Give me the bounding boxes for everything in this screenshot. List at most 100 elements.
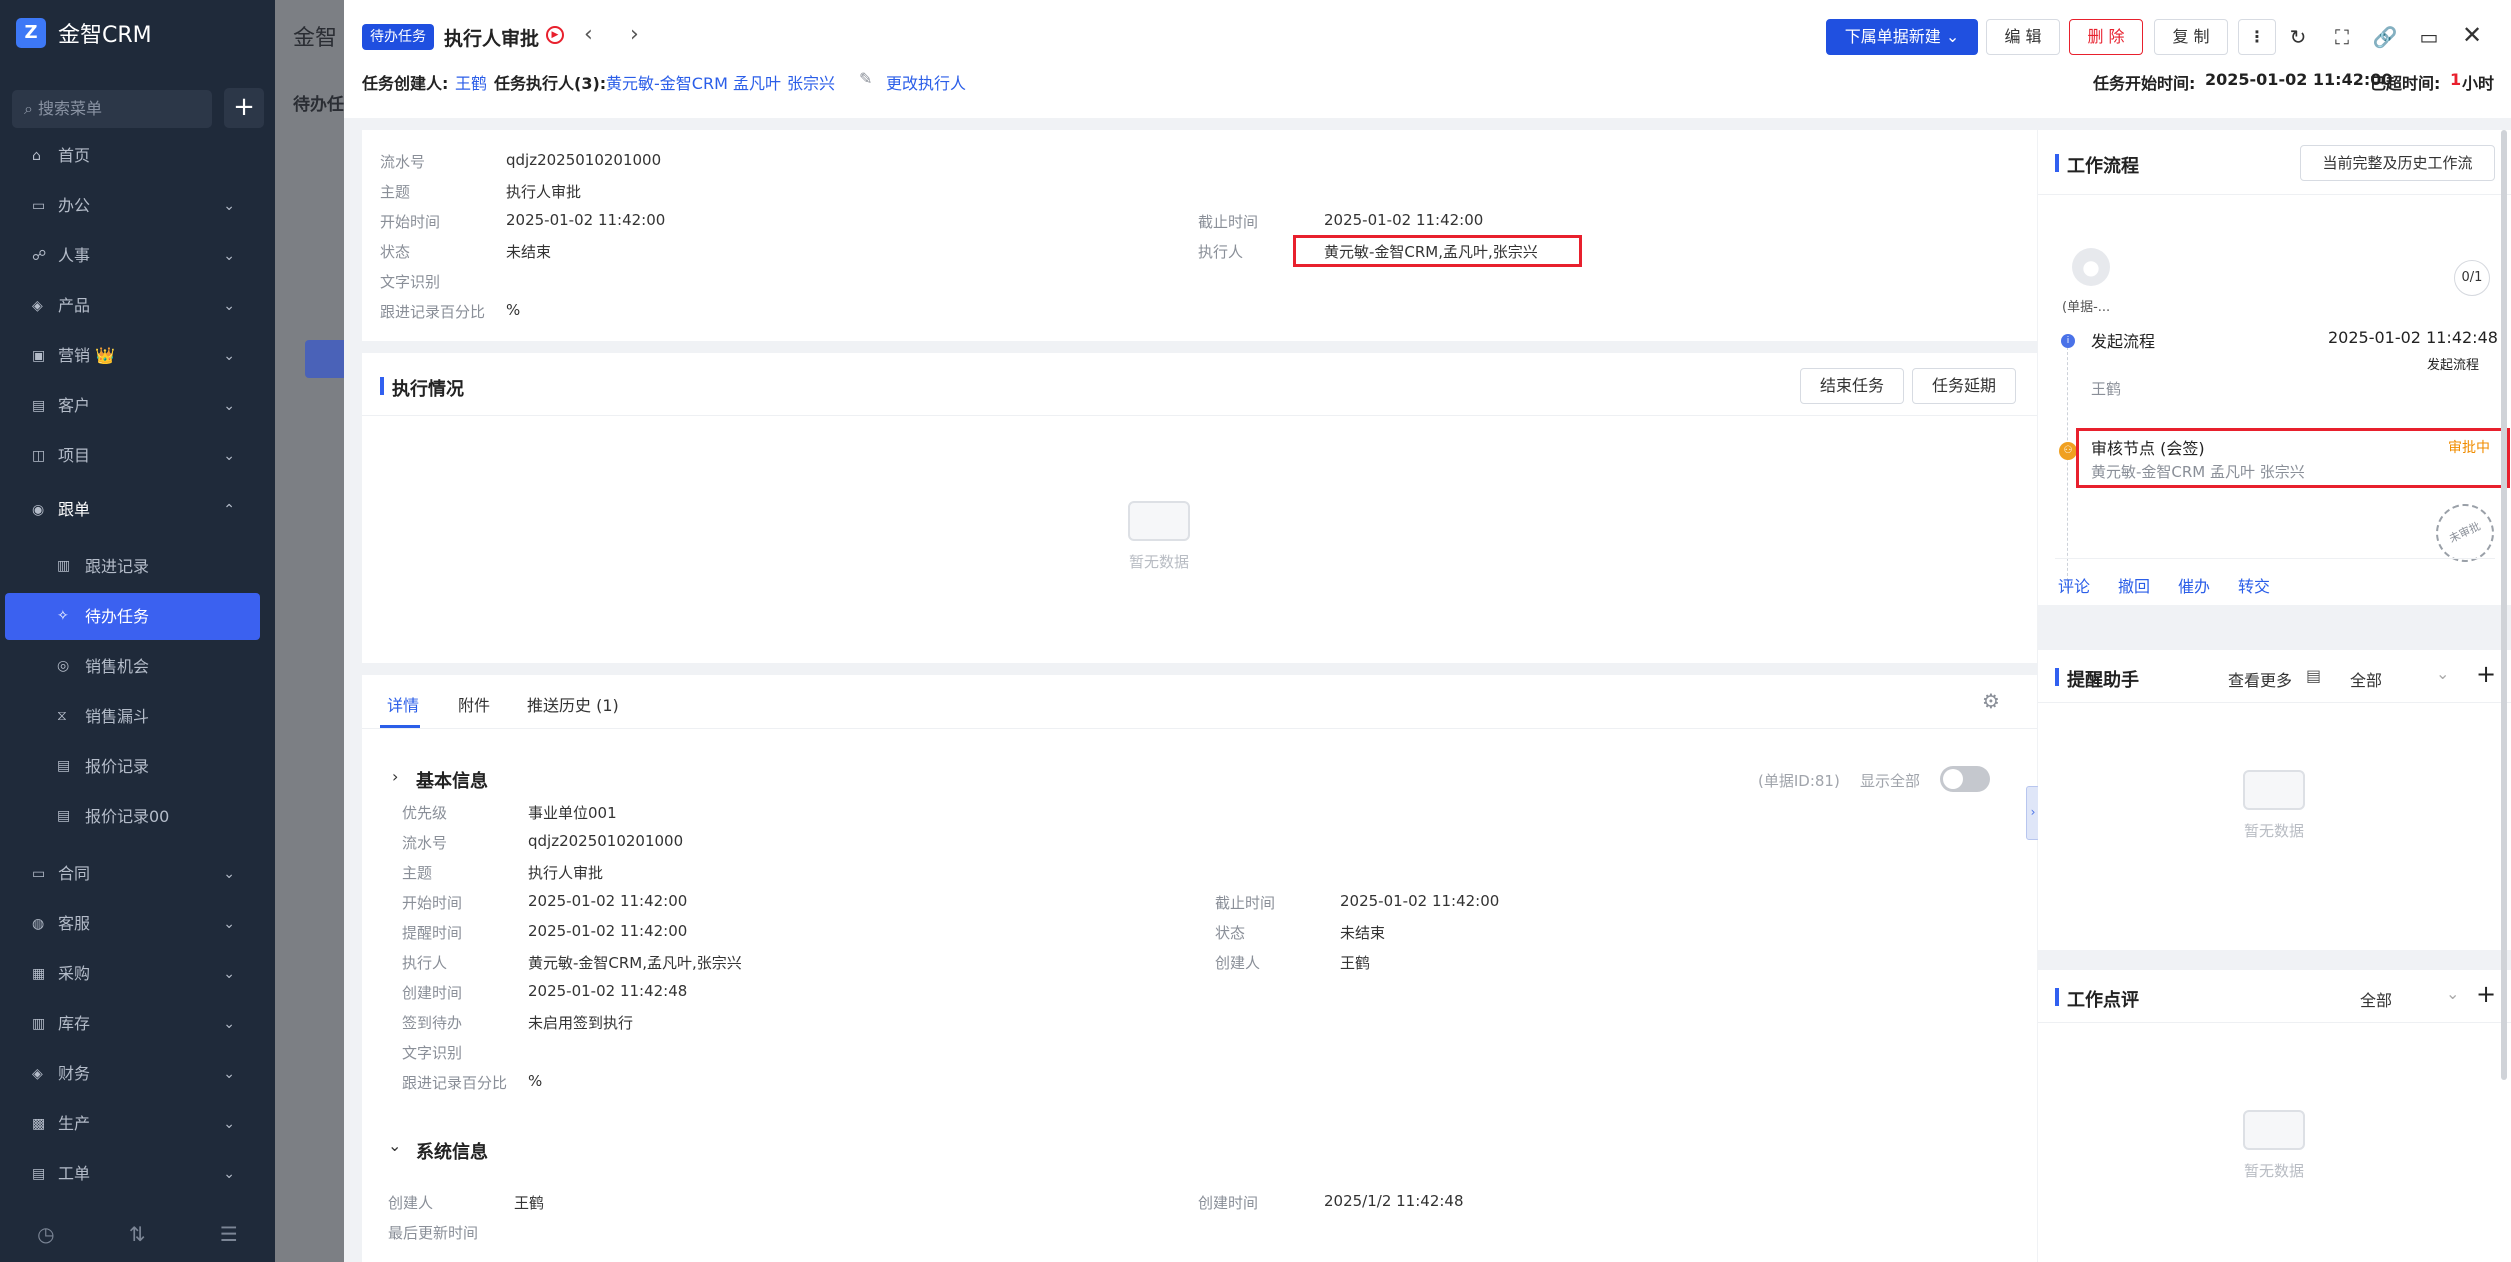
new-sub-document-button[interactable]: 下属单据新建 ⌄ [1826, 19, 1978, 55]
menu-item-office[interactable]: ▭ 办公 ⌄ [0, 184, 275, 228]
refresh-icon[interactable]: ↻ [2283, 22, 2313, 52]
field-value: 未结束 [506, 243, 552, 261]
field-label: 开始时间 [402, 894, 463, 912]
menu-item-marketing[interactable]: ▣ 营销 👑 ⌄ [0, 334, 275, 378]
tab-details[interactable]: 详情 [387, 692, 419, 716]
avatar-caption: (单据-... [2062, 300, 2111, 315]
record-icon: ▥ [57, 558, 71, 574]
submenu-item-follow-records[interactable]: ▥ 跟进记录 [5, 543, 260, 590]
menu-label: 跟单 [58, 500, 91, 519]
menu-item-customer[interactable]: ▤ 客户 ⌄ [0, 384, 275, 428]
menu-item-home[interactable]: ⌂ 首页 [0, 134, 275, 178]
close-icon[interactable]: ✕ [2457, 20, 2487, 50]
menu-item-inventory[interactable]: ▥ 库存 ⌄ [0, 1002, 275, 1046]
menu-item-service[interactable]: ◍ 客服 ⌄ [0, 902, 275, 946]
delete-button[interactable]: 删 除 [2069, 19, 2143, 55]
dock-icon[interactable]: ▭ [2414, 22, 2444, 52]
play-icon[interactable]: ▶ [546, 26, 564, 44]
menu-item-purchase[interactable]: ▦ 采购 ⌄ [0, 952, 275, 996]
end-task-button[interactable]: 结束任务 [1800, 368, 1904, 404]
add-reminder-icon[interactable]: + [2476, 660, 2496, 688]
executor-link[interactable]: 张宗兴 [787, 70, 835, 94]
scrollbar[interactable] [2501, 130, 2507, 1080]
copy-button[interactable]: 复 制 [2154, 19, 2228, 55]
previous-icon[interactable]: ‹ [584, 22, 593, 47]
edit-button[interactable]: 编 辑 [1986, 19, 2060, 55]
execution-card: 执行情况 结束任务 任务延期 暂无数据 [362, 353, 2037, 663]
collapse-menu-icon[interactable]: ☰ [220, 1222, 238, 1246]
chevron-down-icon: ⌄ [223, 1116, 235, 1132]
submenu-item-sales-opportunity[interactable]: ◎ 销售机会 [5, 643, 260, 690]
project-icon: ◫ [32, 448, 46, 464]
creator-link[interactable]: 王鹤 [455, 70, 487, 94]
link-icon[interactable]: 🔗 [2370, 22, 2400, 52]
basic-info-title[interactable]: 基本信息 [416, 767, 488, 793]
system-info-title[interactable]: 系统信息 [416, 1138, 488, 1164]
execution-title: 执行情况 [380, 375, 464, 401]
menu-item-workorder[interactable]: ▤ 工单 ⌄ [0, 1152, 275, 1196]
chevron-down-icon[interactable]: ⌄ [2436, 664, 2449, 683]
executor-link[interactable]: 黄元敏-金智CRM [606, 70, 728, 94]
chevron-down-icon: ⌄ [1945, 27, 1960, 46]
submenu-item-sales-funnel[interactable]: ⧖ 销售漏斗 [5, 693, 260, 740]
change-executor-link[interactable]: 更改执行人 [886, 70, 966, 94]
chevron-down-icon: ⌄ [223, 916, 235, 932]
tab-attachments[interactable]: 附件 [458, 692, 490, 716]
tab-push-history[interactable]: 推送历史 (1) [527, 692, 619, 716]
page-title: 执行人审批 [444, 28, 540, 50]
review-filter-select[interactable]: 全部 [2360, 987, 2392, 1011]
executor-link[interactable]: 孟凡叶 [733, 70, 781, 94]
more-icon[interactable]: ⋮ [2238, 19, 2276, 55]
finance-icon: ◈ [32, 1066, 43, 1082]
production-icon: ▩ [32, 1116, 46, 1132]
history-icon[interactable]: ◷ [37, 1222, 54, 1246]
menu-item-production[interactable]: ▩ 生产 ⌄ [0, 1102, 275, 1146]
menu-item-contract[interactable]: ▭ 合同 ⌄ [0, 852, 275, 896]
field-value: 黄元敏-金智CRM,孟凡叶,张宗兴 [528, 954, 742, 972]
submenu-item-quote-records[interactable]: ▤ 报价记录 [5, 743, 260, 790]
transfer-link[interactable]: 转交 [2238, 573, 2270, 597]
view-more-link[interactable]: 查看更多 [2228, 667, 2292, 691]
office-icon: ▭ [32, 198, 46, 214]
show-all-toggle[interactable] [1940, 766, 1990, 792]
step-person: 王鹤 [2091, 380, 2122, 398]
field-value: 2025-01-02 11:42:00 [1340, 892, 1500, 910]
menu-item-product[interactable]: ◈ 产品 ⌄ [0, 284, 275, 328]
app-logo[interactable]: Z 金智CRM [16, 17, 152, 49]
add-button[interactable]: + [224, 88, 264, 128]
list-icon[interactable]: ▤ [2306, 666, 2321, 685]
chevron-right-icon[interactable]: › [392, 767, 398, 786]
menu-item-finance[interactable]: ◈ 财务 ⌄ [0, 1052, 275, 1096]
chevron-down-icon[interactable]: ⌄ [2446, 984, 2459, 1003]
field-value: 2025-01-02 11:42:00 [528, 892, 688, 910]
empty-state: 暂无数据 [2214, 1110, 2334, 1181]
chevron-down-icon[interactable]: ⌄ [388, 1136, 401, 1155]
funnel-icon: ⧖ [57, 708, 67, 724]
sort-icon[interactable]: ⇅ [129, 1222, 146, 1246]
menu-item-project[interactable]: ◫ 项目 ⌄ [0, 434, 275, 478]
settings-gear-icon[interactable]: ⚙ [1982, 689, 2000, 713]
follow-icon: ◉ [32, 502, 45, 518]
menu-item-hr[interactable]: ☍ 人事 ⌄ [0, 234, 275, 278]
submenu-item-quote-records-00[interactable]: ▤ 报价记录00 [5, 793, 260, 840]
next-icon[interactable]: › [630, 22, 639, 47]
work-review-card: 工作点评 全部 ⌄ + 暂无数据 [2038, 970, 2511, 1262]
menu-search-input[interactable]: ⌕ 搜索菜单 [12, 90, 212, 128]
reminder-filter-select[interactable]: 全部 [2350, 667, 2382, 691]
add-review-icon[interactable]: + [2476, 980, 2496, 1008]
menu-label: 库存 [58, 1014, 91, 1033]
chevron-down-icon: ⌄ [223, 866, 235, 882]
step-status: 发起流程 [2427, 358, 2480, 373]
withdraw-link[interactable]: 撤回 [2118, 573, 2150, 597]
comment-link[interactable]: 评论 [2058, 573, 2090, 597]
submenu-label: 待办任务 [85, 607, 150, 626]
menu-item-follow[interactable]: ◉ 跟单 ⌃ [0, 488, 275, 532]
workflow-history-button[interactable]: 当前完整及历史工作流 [2300, 145, 2495, 181]
chevron-down-icon: ⌄ [223, 1016, 235, 1032]
urge-link[interactable]: 催办 [2178, 573, 2210, 597]
sidebar: Z 金智CRM ⌕ 搜索菜单 + ⌂ 首页 ▭ 办公 ⌄ ☍ 人事 ⌄ ◈ 产品 ⌄ ▣ 营销 … [0, 0, 275, 1262]
extend-task-button[interactable]: 任务延期 [1912, 368, 2016, 404]
field-value: qdjz2025010201000 [506, 151, 662, 169]
fullscreen-icon[interactable]: ⛶ [2327, 22, 2357, 52]
submenu-item-todo-tasks[interactable]: ✧ 待办任务 [5, 593, 260, 640]
